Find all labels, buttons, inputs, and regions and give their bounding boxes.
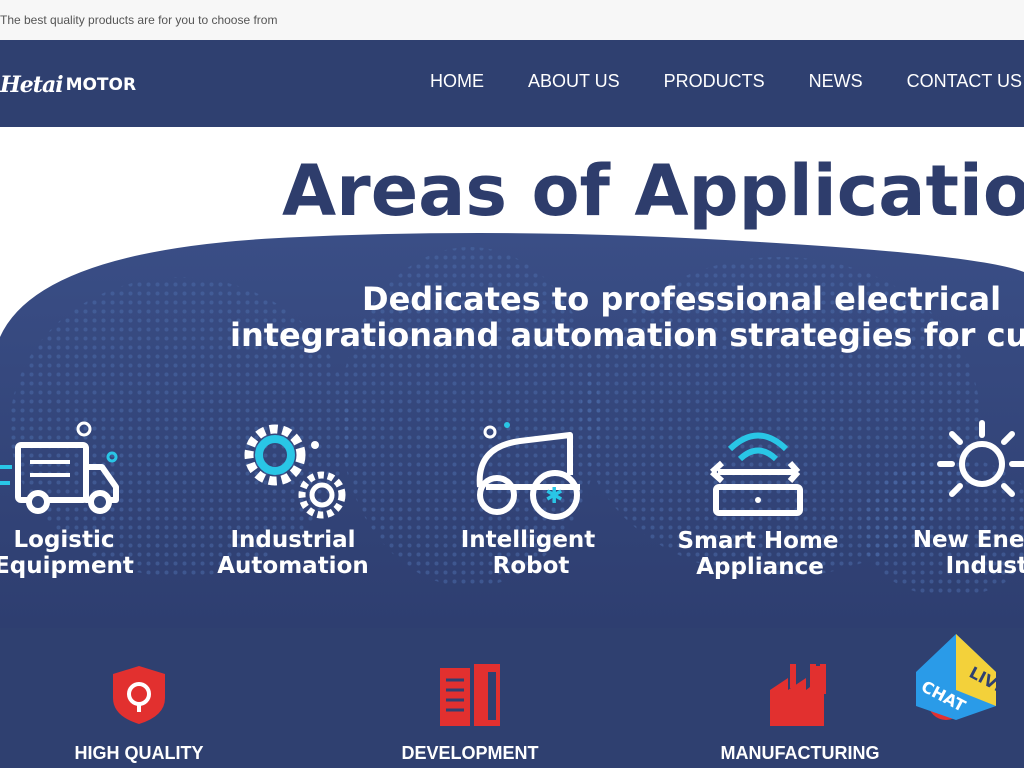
feature-label: DEVELOPMENT <box>401 743 539 763</box>
area-robot-line2: Robot <box>493 553 570 579</box>
banner-subtitle-2: integrationand automation strategies for… <box>230 316 1024 354</box>
banner-title: Areas of Application <box>282 150 1024 232</box>
features-strip: HIGH QUALITY DEVELOPMENT MANUFACTURING <box>0 628 1024 768</box>
tagline: The best quality products are for you to… <box>0 13 278 27</box>
logo-word: MOTOR <box>65 75 137 95</box>
area-industrial-line1: Industrial <box>230 527 355 553</box>
nav-news[interactable]: NEWS <box>809 70 863 92</box>
factory-icon <box>770 664 826 726</box>
shield-icon <box>113 666 165 724</box>
nav-products[interactable]: PRODUCTS <box>664 70 765 92</box>
area-smart-home-line1: Smart Home <box>677 528 838 554</box>
building-icon <box>440 664 500 726</box>
area-industrial-line2: Automation <box>217 553 369 579</box>
area-new-energy-line2: Industry <box>946 553 1024 579</box>
logo[interactable]: Hetai MOTOR <box>0 72 136 98</box>
banner-graphic: Areas of Application Dedicates to profes… <box>0 150 1024 628</box>
svg-text:✱: ✱ <box>545 484 563 509</box>
nav-home[interactable]: HOME <box>430 70 484 92</box>
top-bar: The best quality products are for you to… <box>0 0 1024 40</box>
area-logistic-line1: Logistic <box>13 527 114 553</box>
nav-contact-us[interactable]: CONTACT US <box>907 70 1022 92</box>
main-nav: HOME ABOUT US PRODUCTS NEWS CONTACT US <box>386 70 1022 92</box>
logo-script: Hetai <box>0 72 64 98</box>
nav-about-us[interactable]: ABOUT US <box>528 70 620 92</box>
area-robot-line1: Intelligent <box>461 527 596 553</box>
area-new-energy-line1: New Energy <box>913 527 1024 553</box>
banner-subtitle-1: Dedicates to professional electrical <box>362 280 1001 318</box>
feature-label: MANUFACTURING <box>720 743 880 763</box>
area-smart-home-line2: Appliance <box>696 554 824 580</box>
application-banner[interactable]: Areas of Application Dedicates to profes… <box>0 127 1024 628</box>
feature-label: HIGH QUALITY <box>74 743 204 763</box>
live-chat-button[interactable]: LIVE CHAT <box>910 632 1000 724</box>
area-logistic-line2: Equipment <box>0 553 134 579</box>
